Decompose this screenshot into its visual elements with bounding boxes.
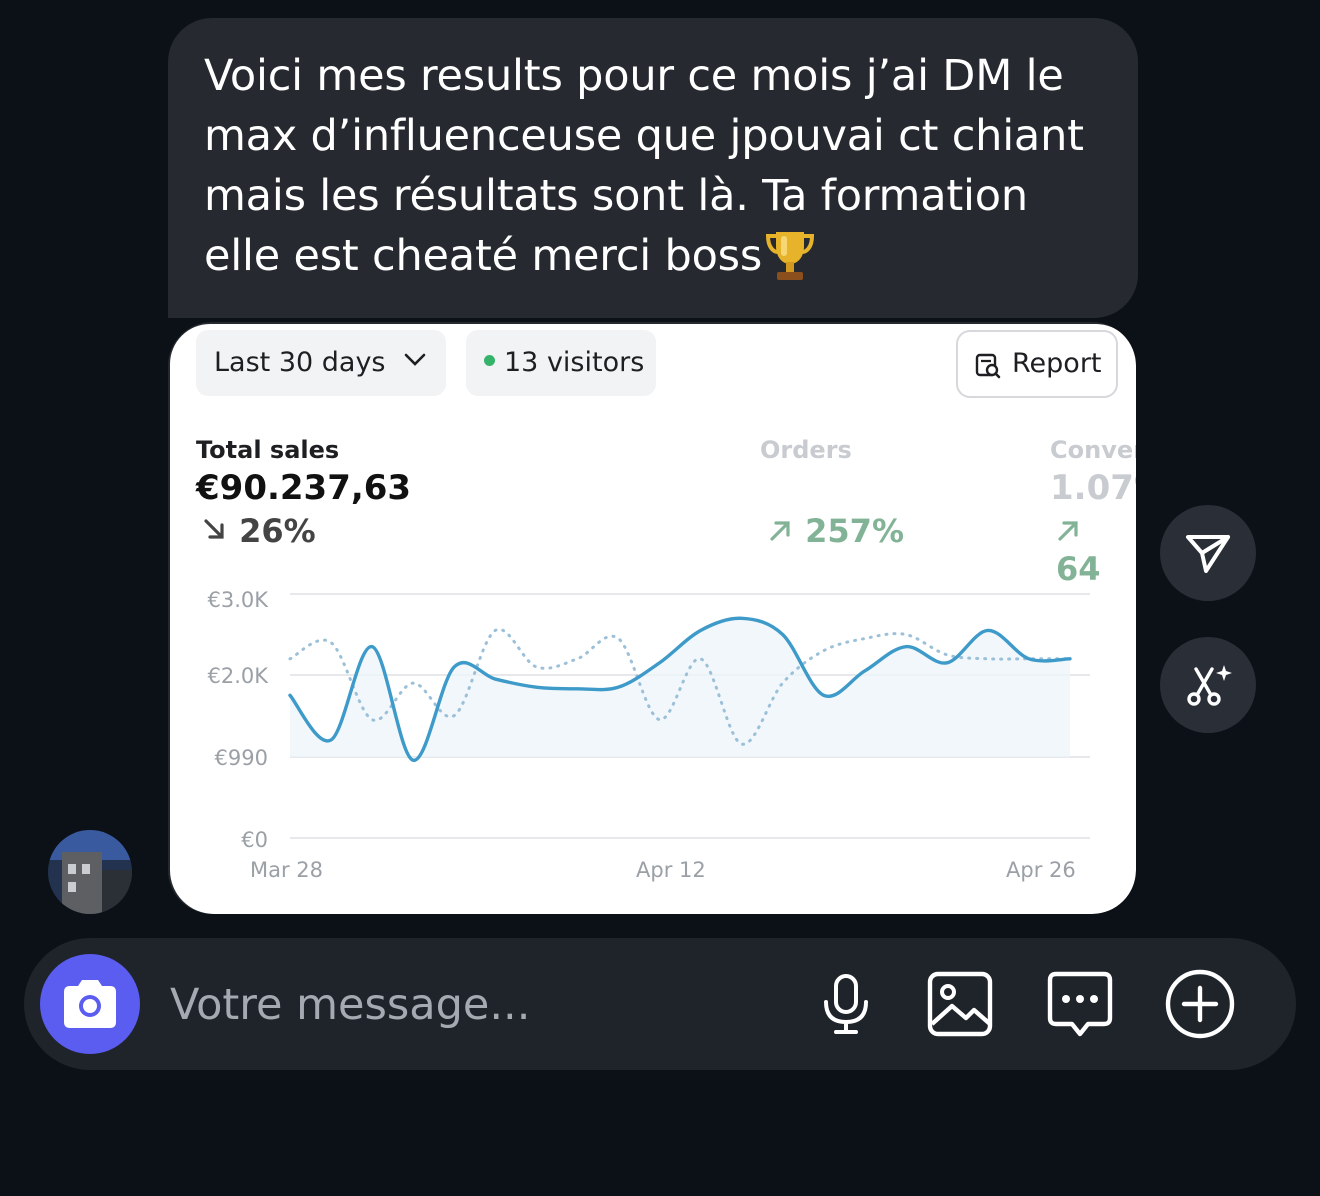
message-composer — [24, 938, 1296, 1070]
send-arrow-icon — [1186, 535, 1230, 573]
add-circle-icon[interactable] — [1164, 968, 1236, 1040]
sales-dashboard-card: Last 30 days 13 visitors Report Total sa… — [170, 324, 1136, 914]
avatar-photo — [48, 830, 132, 914]
camera-button[interactable] — [40, 954, 140, 1054]
chat-more-icon[interactable] — [1044, 968, 1116, 1040]
microphone-icon[interactable] — [810, 968, 882, 1040]
image-message[interactable]: Last 30 days 13 visitors Report Total sa… — [168, 322, 1136, 914]
ai-edit-button[interactable] — [1160, 637, 1256, 733]
gallery-image-icon[interactable] — [924, 968, 996, 1040]
camera-icon — [64, 980, 116, 1028]
message-input[interactable] — [168, 968, 772, 1042]
forward-button[interactable] — [1160, 505, 1256, 601]
trophy-icon — [762, 226, 818, 286]
sender-avatar[interactable] — [48, 830, 132, 914]
scissors-sparkle-icon — [1187, 665, 1232, 706]
message-text: Voici mes results pour ce mois j’ai DM l… — [204, 51, 1084, 281]
message-bubble[interactable]: Voici mes results pour ce mois j’ai DM l… — [168, 18, 1138, 318]
sales-line-chart — [288, 593, 1090, 839]
